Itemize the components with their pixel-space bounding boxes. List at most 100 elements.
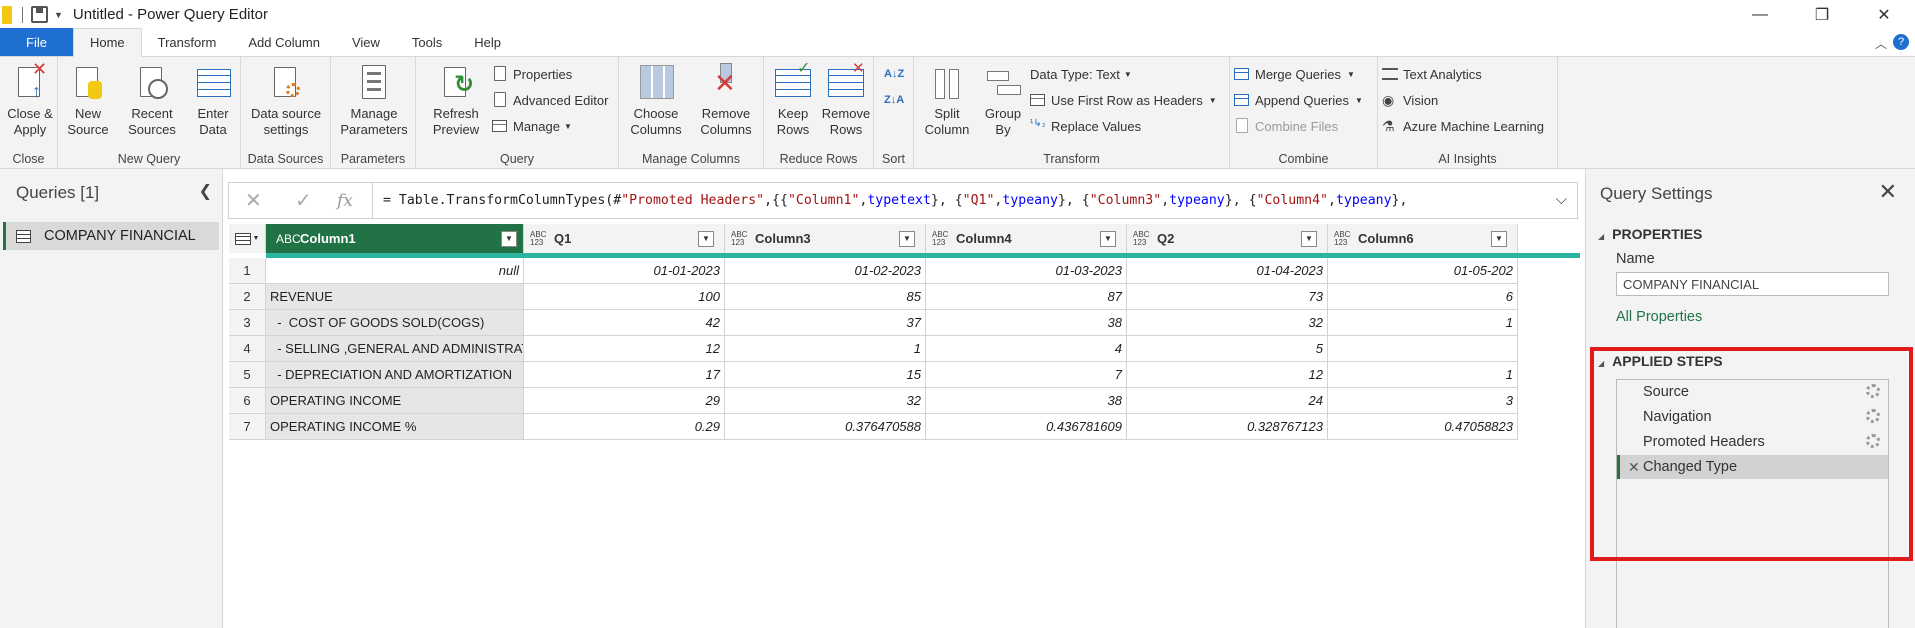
column-header-q2[interactable]: ABC 123 Q2 ▼ bbox=[1127, 224, 1328, 253]
close-settings-icon[interactable]: ✕ bbox=[1879, 179, 1897, 205]
table-cell[interactable]: 3 bbox=[1328, 388, 1518, 414]
column-header-column3[interactable]: ABC 123 Column3 ▼ bbox=[725, 224, 926, 253]
table-cell[interactable]: 5 bbox=[1127, 336, 1328, 362]
filter-dropdown-icon[interactable]: ▼ bbox=[899, 230, 915, 247]
properties-button[interactable]: Properties bbox=[492, 63, 572, 85]
help-icon[interactable]: ? bbox=[1893, 34, 1909, 50]
commit-formula-icon[interactable]: ✓ bbox=[295, 183, 312, 218]
gear-icon[interactable] bbox=[1866, 434, 1880, 448]
filter-dropdown-icon[interactable]: ▼ bbox=[501, 230, 517, 247]
append-queries-button[interactable]: Append Queries ▼ bbox=[1234, 89, 1363, 111]
table-cell[interactable]: 87 bbox=[926, 284, 1127, 310]
gear-icon[interactable] bbox=[1866, 409, 1880, 423]
remove-columns-button[interactable]: ✕ Remove Columns bbox=[693, 63, 759, 138]
table-cell[interactable]: null bbox=[266, 258, 524, 284]
table-cell[interactable]: 15 bbox=[725, 362, 926, 388]
column-header-column4[interactable]: ABC 123 Column4 ▼ bbox=[926, 224, 1127, 253]
tab-transform[interactable]: Transform bbox=[142, 28, 233, 56]
enter-data-button[interactable]: Enter Data bbox=[190, 63, 236, 138]
close-apply-button[interactable]: ✕ ↑ Close & Apply bbox=[4, 60, 56, 138]
table-cell[interactable]: 0.328767123 bbox=[1127, 414, 1328, 440]
tab-view[interactable]: View bbox=[336, 28, 396, 56]
close-window-button[interactable]: ✕ bbox=[1853, 0, 1915, 29]
table-cell[interactable]: 0.436781609 bbox=[926, 414, 1127, 440]
column-header-column6[interactable]: ABC 123 Column6 ▼ bbox=[1328, 224, 1518, 253]
step-source[interactable]: Source bbox=[1617, 380, 1888, 404]
any-type-icon[interactable]: ABC 123 bbox=[1133, 230, 1151, 247]
filter-dropdown-icon[interactable]: ▼ bbox=[1491, 230, 1507, 247]
merge-queries-button[interactable]: Merge Queries ▼ bbox=[1234, 63, 1355, 85]
table-cell[interactable]: OPERATING INCOME % bbox=[266, 414, 524, 440]
table-cell[interactable]: 0.29 bbox=[524, 414, 725, 440]
table-cell[interactable]: 38 bbox=[926, 310, 1127, 336]
table-cell[interactable]: 12 bbox=[1127, 362, 1328, 388]
table-cell[interactable] bbox=[1328, 336, 1518, 362]
table-cell[interactable]: 4 bbox=[926, 336, 1127, 362]
any-type-icon[interactable]: ABC 123 bbox=[932, 230, 950, 247]
table-cell[interactable]: 1 bbox=[1328, 362, 1518, 388]
table-cell[interactable]: 7 bbox=[926, 362, 1127, 388]
column-header-q1[interactable]: ABC 123 Q1 ▼ bbox=[524, 224, 725, 253]
table-cell[interactable]: 01-05-202 bbox=[1328, 258, 1518, 284]
row-number[interactable]: 6 bbox=[229, 388, 266, 414]
table-menu-icon[interactable]: ▼ bbox=[229, 224, 266, 253]
data-type-dropdown[interactable]: Data Type: Text ▼ bbox=[1030, 63, 1132, 85]
query-name-input[interactable]: COMPANY FINANCIAL bbox=[1616, 272, 1889, 296]
tab-tools[interactable]: Tools bbox=[396, 28, 458, 56]
data-source-settings-button[interactable]: Data source settings bbox=[245, 63, 327, 138]
table-cell[interactable]: - COST OF GOODS SOLD(COGS) bbox=[266, 310, 524, 336]
table-cell[interactable]: - SELLING ,GENERAL AND ADMINISTRATIVE(SG… bbox=[266, 336, 524, 362]
row-number[interactable]: 4 bbox=[229, 336, 266, 362]
sort-descending-icon[interactable]: Z↓A bbox=[884, 89, 904, 111]
quick-access-dropdown-icon[interactable]: ▼ bbox=[54, 10, 63, 20]
minimize-button[interactable]: — bbox=[1729, 0, 1791, 29]
table-cell[interactable]: 100 bbox=[524, 284, 725, 310]
table-cell[interactable]: 1 bbox=[1328, 310, 1518, 336]
filter-dropdown-icon[interactable]: ▼ bbox=[698, 230, 714, 247]
table-cell[interactable]: 32 bbox=[1127, 310, 1328, 336]
table-cell[interactable]: 29 bbox=[524, 388, 725, 414]
combine-files-button[interactable]: Combine Files bbox=[1234, 115, 1338, 137]
split-column-button[interactable]: Split Column bbox=[918, 63, 976, 138]
azure-ml-button[interactable]: ⚗ Azure Machine Learning bbox=[1382, 115, 1544, 137]
table-cell[interactable]: 37 bbox=[725, 310, 926, 336]
collapse-queries-icon[interactable]: ❮ bbox=[199, 181, 212, 201]
filter-dropdown-icon[interactable]: ▼ bbox=[1301, 230, 1317, 247]
row-number[interactable]: 7 bbox=[229, 414, 266, 440]
delete-step-icon[interactable]: ✕ bbox=[1628, 459, 1640, 476]
any-type-icon[interactable]: ABC 123 bbox=[530, 230, 548, 247]
refresh-preview-button[interactable]: ↻ Refresh Preview bbox=[428, 63, 484, 138]
table-cell[interactable]: 0.376470588 bbox=[725, 414, 926, 440]
advanced-editor-button[interactable]: Advanced Editor bbox=[492, 89, 608, 111]
table-cell[interactable]: OPERATING INCOME bbox=[266, 388, 524, 414]
function-icon[interactable]: fx bbox=[337, 183, 353, 218]
table-cell[interactable]: 0.47058823 bbox=[1328, 414, 1518, 440]
remove-rows-button[interactable]: ✕ Remove Rows bbox=[820, 61, 872, 138]
column-header-column1[interactable]: ABC Column1 ▼ bbox=[266, 224, 524, 253]
row-number[interactable]: 3 bbox=[229, 310, 266, 336]
all-properties-link[interactable]: All Properties bbox=[1616, 309, 1702, 325]
table-cell[interactable]: 73 bbox=[1127, 284, 1328, 310]
replace-values-button[interactable]: ¹↳₂ Replace Values bbox=[1030, 115, 1141, 137]
table-cell[interactable]: 38 bbox=[926, 388, 1127, 414]
step-navigation[interactable]: Navigation bbox=[1617, 405, 1888, 429]
text-analytics-button[interactable]: Text Analytics bbox=[1382, 63, 1482, 85]
tab-help[interactable]: Help bbox=[458, 28, 517, 56]
table-cell[interactable]: 42 bbox=[524, 310, 725, 336]
step-changed-type[interactable]: ✕ Changed Type bbox=[1617, 455, 1888, 479]
keep-rows-button[interactable]: ✓ Keep Rows bbox=[768, 61, 818, 138]
applied-steps-heading[interactable]: ◢ APPLIED STEPS bbox=[1598, 353, 1723, 369]
table-cell[interactable]: 6 bbox=[1328, 284, 1518, 310]
tab-home[interactable]: Home bbox=[72, 28, 142, 57]
text-type-icon[interactable]: ABC bbox=[276, 233, 301, 245]
step-promoted-headers[interactable]: Promoted Headers bbox=[1617, 430, 1888, 454]
formula-input[interactable]: = Table.TransformColumnTypes(# "Promoted … bbox=[372, 183, 1537, 218]
table-cell[interactable]: 32 bbox=[725, 388, 926, 414]
collapse-ribbon-icon[interactable]: ︿ bbox=[1875, 35, 1887, 52]
table-cell[interactable]: REVENUE bbox=[266, 284, 524, 310]
use-first-row-as-headers-button[interactable]: Use First Row as Headers ▼ bbox=[1030, 89, 1217, 111]
table-cell[interactable]: 12 bbox=[524, 336, 725, 362]
filter-dropdown-icon[interactable]: ▼ bbox=[1100, 230, 1116, 247]
vision-button[interactable]: ◉ Vision bbox=[1382, 89, 1438, 111]
row-number[interactable]: 1 bbox=[229, 258, 266, 284]
